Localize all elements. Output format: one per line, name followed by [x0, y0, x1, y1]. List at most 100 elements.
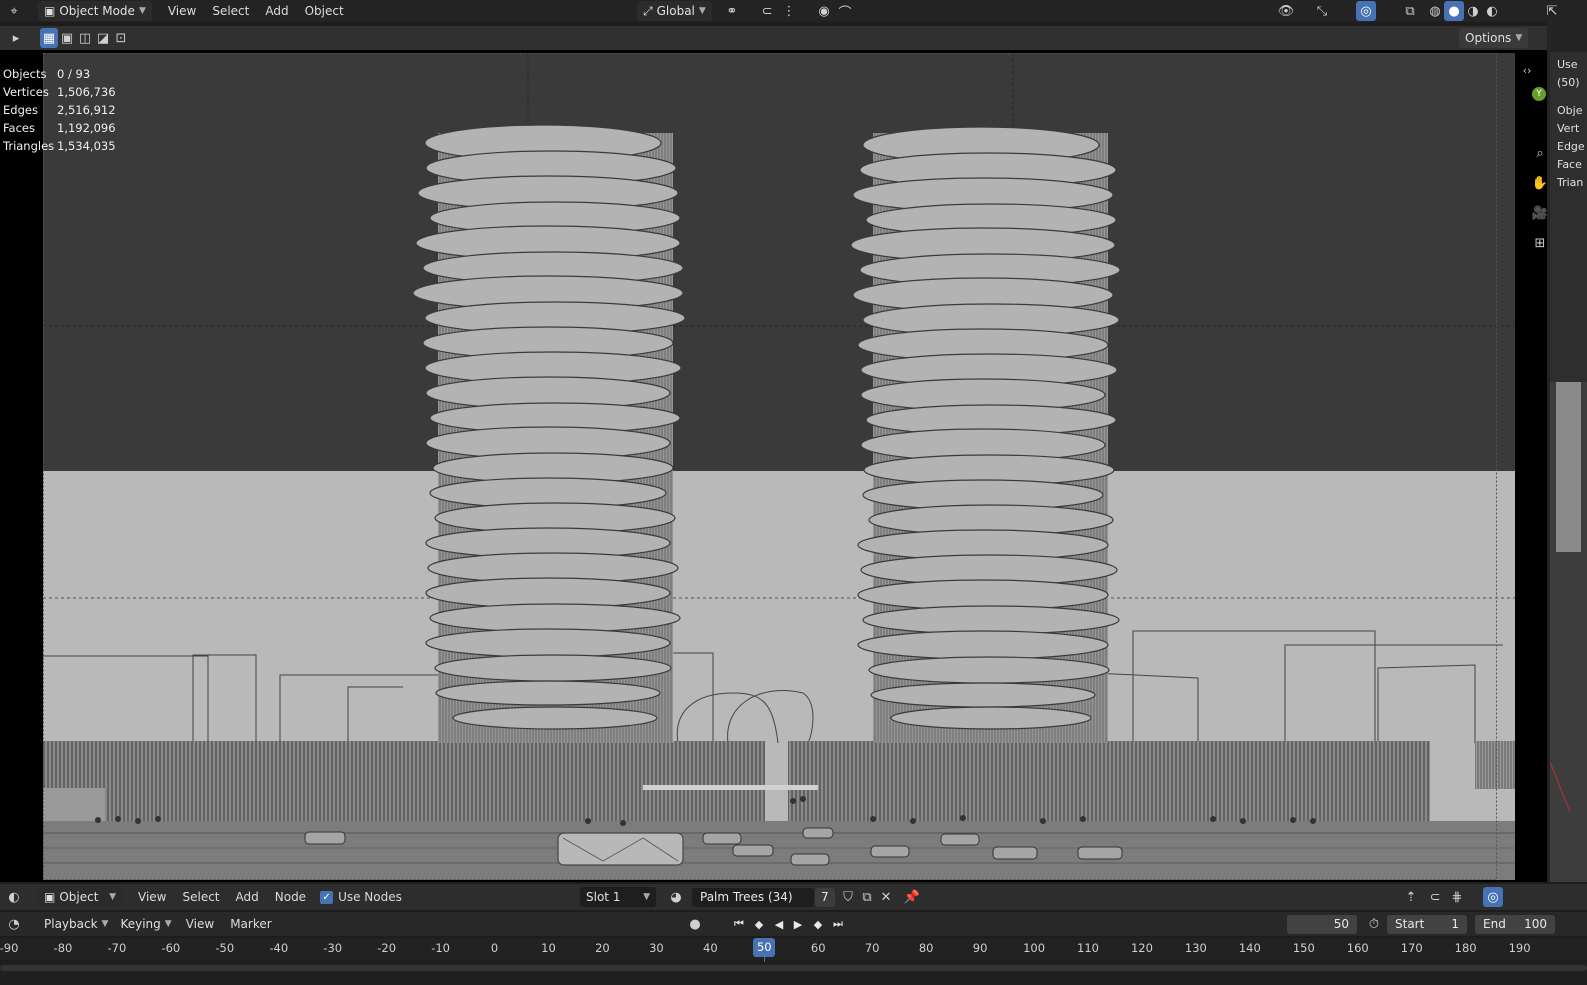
snap-icon[interactable]: ⊂	[757, 1, 777, 21]
fake-user-icon[interactable]: ⛉	[838, 887, 858, 907]
material-browse-icon[interactable]: ◕	[666, 887, 686, 907]
select-intersect-icon[interactable]: ⊡	[112, 28, 130, 48]
chevron-down-icon: ▼	[109, 892, 116, 902]
playhead-frame-marker[interactable]: 50	[753, 938, 776, 957]
ruler-tick-label: -40	[269, 941, 289, 955]
frame-ruler[interactable]: -90 -80 -70 -60 -50 -40 -30 -20 -10 0 10 20 30 40 50 60…	[0, 938, 1587, 979]
timeline-menu-marker[interactable]: Marker	[222, 914, 279, 934]
node-editor-header: ◐ ▣ Object ▼ View Select Add Node ✓ Use …	[0, 884, 1587, 910]
scrollbar-track[interactable]	[0, 965, 1587, 971]
select-invert-icon[interactable]: ◪	[94, 28, 112, 48]
node-object-dropdown[interactable]: ▣ Object ▼	[38, 887, 122, 907]
start-value: 1	[1451, 916, 1459, 931]
ruler-tick-label: -50	[215, 941, 235, 955]
timeline-menu-view[interactable]: View	[178, 914, 222, 934]
timeline-editor-type-icon[interactable]: ◔	[4, 914, 24, 934]
play-reverse-icon[interactable]: ◀	[770, 915, 788, 933]
3d-viewport[interactable]: Objects 0 / 93 Vertices 1,506,736 Edges 2,5…	[0, 50, 1547, 882]
axis-gizmo-y-icon[interactable]: Y	[1532, 87, 1546, 101]
stat-label: Objects	[3, 67, 47, 81]
select-new-icon[interactable]: ▦	[40, 28, 58, 48]
pan-hand-icon[interactable]: ✋	[1530, 173, 1550, 193]
tower-right	[850, 126, 1121, 743]
overlays-icon[interactable]: ◎	[1356, 1, 1376, 21]
solid-shading-icon[interactable]: ●	[1444, 1, 1464, 21]
keying-label: Keying	[120, 917, 161, 931]
keying-menu[interactable]: Keying ▼	[114, 914, 177, 934]
xray-icon[interactable]: ⧉	[1400, 1, 1420, 21]
duplicate-icon[interactable]: ⧉	[857, 887, 877, 907]
menu-add[interactable]: Add	[257, 1, 296, 21]
ruler-tick-label: 40	[703, 941, 718, 955]
use-nodes-checkbox[interactable]: ✓	[320, 890, 334, 904]
mode-label: Object Mode	[59, 4, 135, 18]
zoom-icon[interactable]: ⌕	[1530, 143, 1550, 163]
node-menu-add[interactable]: Add	[228, 887, 267, 907]
stat-label: Vertices	[3, 85, 49, 99]
jump-end-icon[interactable]: ⏭	[829, 915, 847, 933]
editor-type-icon[interactable]: ⌖	[4, 1, 24, 21]
snap-grid-icon[interactable]: ⋕	[1447, 887, 1467, 907]
stat-vertices: Vertices 1,506,736	[3, 83, 116, 101]
scene-render	[43, 53, 1515, 880]
pin-icon[interactable]: 📌	[902, 887, 922, 907]
snap-target-icon[interactable]: ⋮	[779, 1, 799, 21]
material-name-field[interactable]: Palm Trees (34)	[692, 887, 814, 907]
end-frame-field[interactable]: End 100	[1475, 914, 1555, 934]
material-user-count[interactable]: 7	[815, 887, 835, 907]
stat-label: Edges	[3, 103, 38, 117]
rendered-shading-icon[interactable]: ◐	[1482, 1, 1502, 21]
slot-dropdown[interactable]: Slot 1 ▼	[580, 887, 656, 907]
prev-keyframe-icon[interactable]: ◆	[750, 915, 768, 933]
proportional-edit-icon[interactable]: ◉	[814, 1, 834, 21]
gizmo-icon[interactable]: ⤡	[1312, 1, 1332, 21]
wireframe-shading-icon[interactable]: ◍	[1425, 1, 1445, 21]
right-text-edges: Edge	[1557, 140, 1585, 153]
mode-selector[interactable]: ▣ Object Mode ▼	[38, 1, 152, 21]
node-menu-view[interactable]: View	[130, 887, 174, 907]
record-keyframe-icon[interactable]: ●	[685, 914, 705, 934]
parent-node-icon[interactable]: ⇡	[1401, 887, 1421, 907]
ruler-tick-label: -10	[431, 941, 450, 955]
node-menu-select[interactable]: Select	[174, 887, 227, 907]
stat-triangles: Triangles 1,534,035	[3, 137, 116, 155]
right-text-vertices: Vert	[1557, 122, 1580, 135]
preview-range-icon[interactable]: ⏱	[1364, 914, 1384, 934]
visibility-icon[interactable]: 👁	[1276, 1, 1296, 21]
node-editor-type-icon[interactable]: ◐	[4, 887, 24, 907]
select-extend-icon[interactable]: ▣	[58, 28, 76, 48]
play-icon[interactable]: ▶	[789, 915, 807, 933]
material-shading-icon[interactable]: ◑	[1463, 1, 1483, 21]
current-frame-field[interactable]: 50	[1287, 914, 1357, 934]
ruler-tick-label: 160	[1346, 941, 1369, 955]
camera-icon[interactable]: 🎥	[1530, 203, 1550, 223]
timeline-scrollbar[interactable]	[0, 962, 1587, 985]
menu-select[interactable]: Select	[204, 1, 257, 21]
select-tool-icon[interactable]: ▸	[6, 28, 26, 48]
ruler-tick-label: 90	[972, 941, 988, 955]
pin-icon[interactable]: ⇱	[1542, 1, 1562, 21]
start-frame-field[interactable]: Start 1	[1387, 914, 1467, 934]
collapse-sidebar-icon[interactable]: ‹›	[1517, 60, 1537, 80]
node-overlays-icon[interactable]: ◎	[1483, 887, 1503, 907]
snap-node-icon[interactable]: ⊂	[1425, 887, 1445, 907]
viewport-canvas[interactable]	[43, 53, 1515, 880]
playback-menu[interactable]: Playback ▼	[38, 914, 114, 934]
jump-start-icon[interactable]: ⏮	[730, 915, 748, 933]
next-keyframe-icon[interactable]: ◆	[809, 915, 827, 933]
pivot-icon[interactable]: ⚭	[722, 1, 742, 21]
node-menu-node[interactable]: Node	[267, 887, 314, 907]
ruler-tick-label: 130	[1184, 941, 1207, 955]
stat-value: 1,506,736	[57, 85, 116, 99]
perspective-grid-icon[interactable]: ⊞	[1530, 233, 1550, 253]
menu-object[interactable]: Object	[297, 1, 352, 21]
falloff-icon[interactable]: ⌒	[835, 1, 855, 21]
select-subtract-icon[interactable]: ◫	[76, 28, 94, 48]
options-dropdown[interactable]: Options ▼	[1459, 28, 1529, 48]
menu-view[interactable]: View	[160, 1, 204, 21]
transform-orientation-dropdown[interactable]: ⤢ Global ▼	[637, 1, 712, 21]
unlink-close-icon[interactable]: ✕	[876, 887, 896, 907]
right-podium	[788, 741, 1430, 821]
chevron-down-icon: ▼	[101, 919, 109, 929]
stat-edges: Edges 2,516,912	[3, 101, 116, 119]
